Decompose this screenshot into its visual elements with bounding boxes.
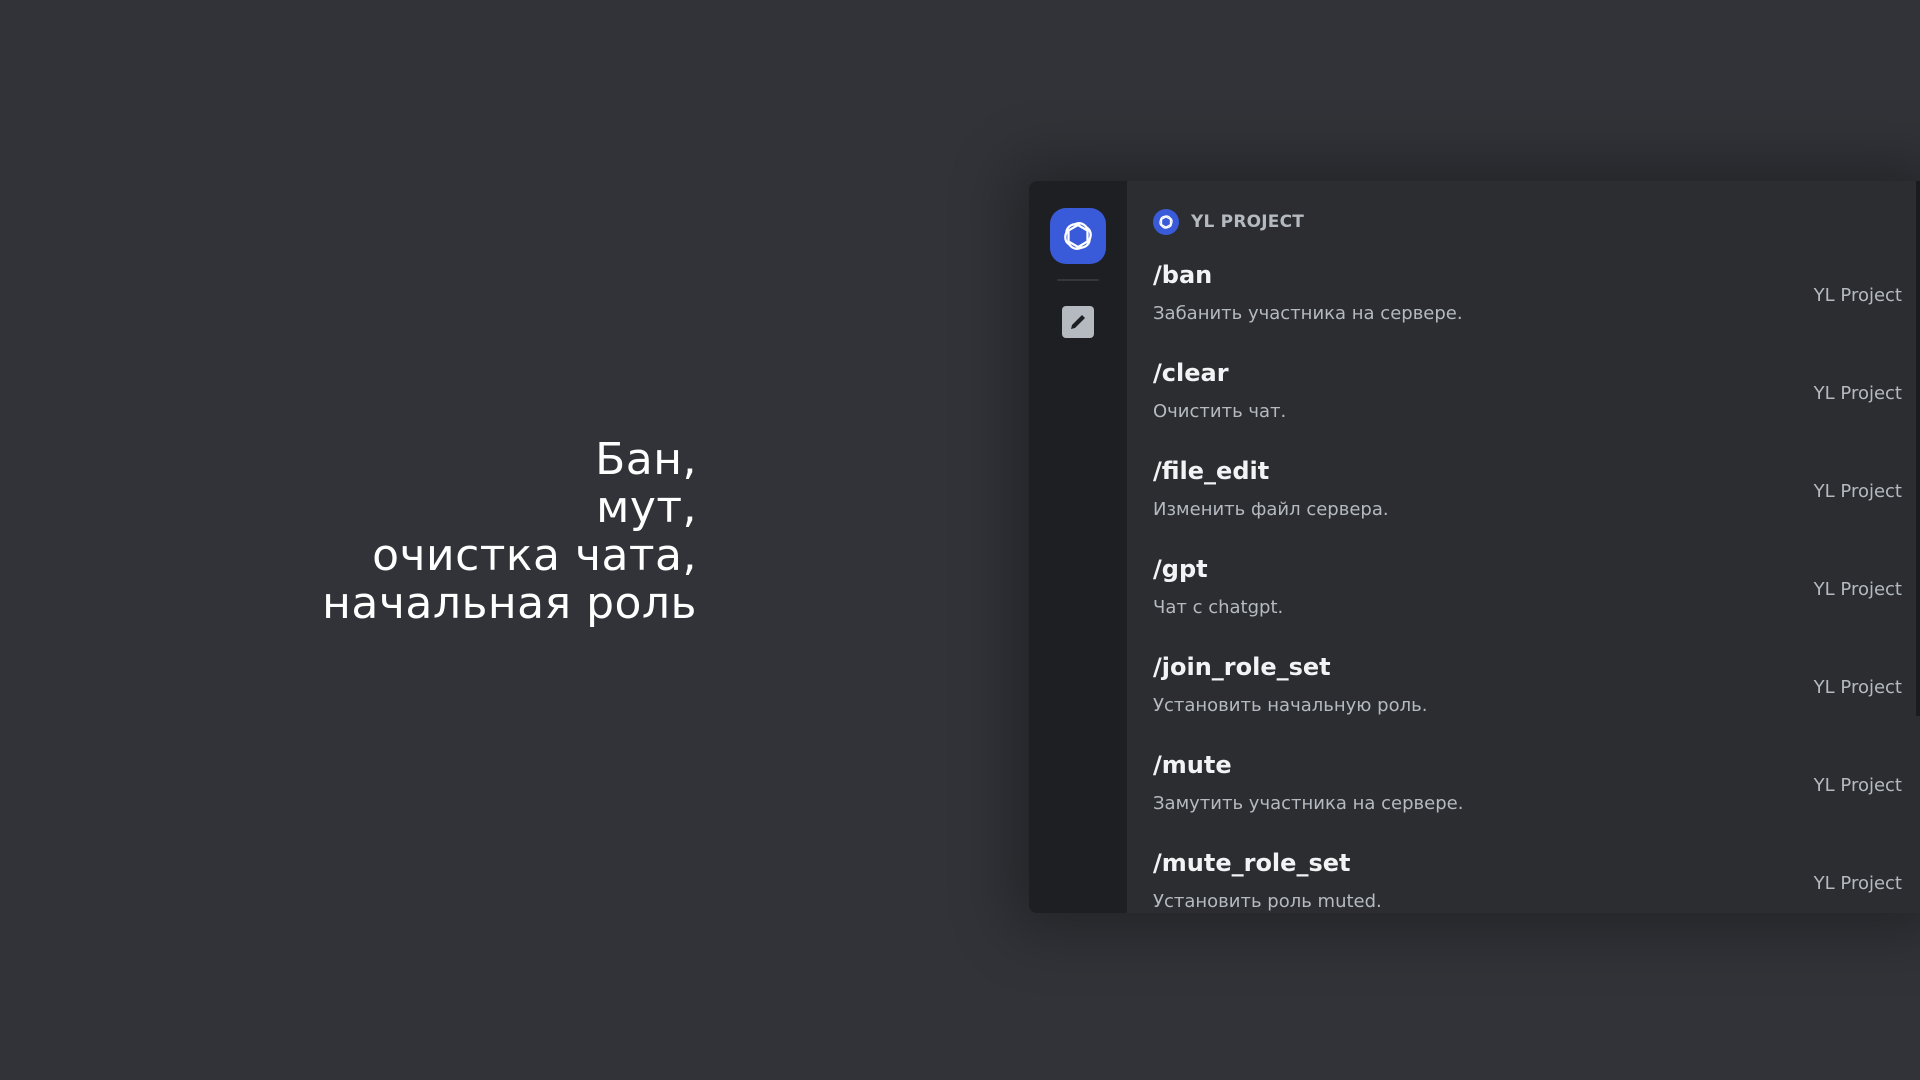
app-rail [1029,181,1127,913]
command-name: /clear [1153,359,1229,387]
command-item-mute-role-set[interactable]: /mute_role_set Установить роль muted. YL… [1127,849,1920,913]
command-list: /ban Забанить участника на сервере. YL P… [1127,261,1920,913]
command-name: /join_role_set [1153,653,1331,681]
command-item-gpt[interactable]: /gpt Чат с chatgpt. YL Project [1127,555,1920,653]
bot-app-button[interactable] [1050,208,1106,264]
command-item-file-edit[interactable]: /file_edit Изменить файл сервера. YL Pro… [1127,457,1920,555]
scrollbar[interactable] [1916,181,1920,716]
screen: Бан, мут, очистка чата, начальная роль Y… [0,0,1920,1080]
command-item-join-role-set[interactable]: /join_role_set Установить начальную роль… [1127,653,1920,751]
command-name: /ban [1153,261,1213,289]
chatgpt-logo-icon [1064,222,1092,250]
rail-divider [1057,279,1099,281]
caption-line-role: начальная роль [322,578,697,629]
command-name: /mute [1153,751,1232,779]
command-description: Изменить файл сервера. [1153,499,1389,520]
command-source: YL Project [1813,285,1902,306]
edit-button[interactable] [1062,306,1094,338]
caption-line-clear: очистка чата, [372,530,697,581]
command-source: YL Project [1813,481,1902,502]
command-source: YL Project [1813,383,1902,404]
command-item-ban[interactable]: /ban Забанить участника на сервере. YL P… [1127,261,1920,359]
command-source: YL Project [1813,873,1902,894]
chatgpt-logo-icon [1159,215,1173,229]
command-description: Установить роль muted. [1153,891,1382,912]
section-title: YL PROJECT [1191,212,1305,232]
command-description: Замутить участника на сервере. [1153,793,1464,814]
slash-command-popup: YL PROJECT /ban Забанить участника на се… [1029,181,1920,913]
command-item-clear[interactable]: /clear Очистить чат. YL Project [1127,359,1920,457]
command-source: YL Project [1813,579,1902,600]
command-description: Забанить участника на сервере. [1153,303,1463,324]
bot-avatar [1153,209,1179,235]
command-description: Чат с chatgpt. [1153,597,1284,618]
command-description: Установить начальную роль. [1153,695,1428,716]
command-name: /mute_role_set [1153,849,1351,877]
promo-caption: Бан, мут, очистка чата, начальная роль [322,436,697,628]
pencil-icon [1071,315,1085,329]
command-name: /gpt [1153,555,1208,583]
command-list-container: YL PROJECT /ban Забанить участника на се… [1127,181,1920,913]
command-description: Очистить чат. [1153,401,1287,422]
caption-line-ban: Бан, [595,434,697,485]
section-header: YL PROJECT [1153,209,1304,235]
command-name: /file_edit [1153,457,1270,485]
command-source: YL Project [1813,677,1902,698]
command-source: YL Project [1813,775,1902,796]
caption-line-mute: мут, [596,482,697,533]
command-item-mute[interactable]: /mute Замутить участника на сервере. YL … [1127,751,1920,849]
